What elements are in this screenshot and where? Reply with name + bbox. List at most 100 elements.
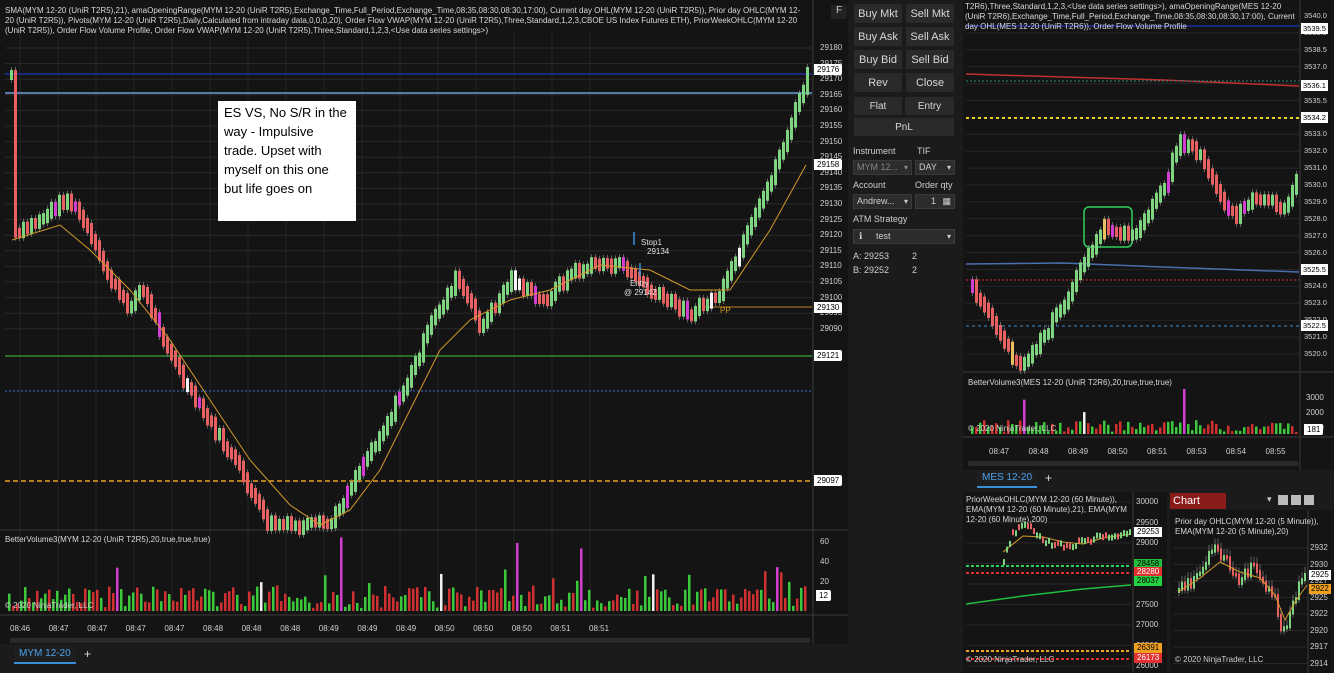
trade-annotation[interactable]: ES VS, No S/R in the way - Impulsive tra… bbox=[218, 101, 356, 221]
volume-bar bbox=[436, 607, 439, 611]
candle bbox=[294, 520, 297, 532]
candle bbox=[1057, 539, 1059, 546]
candle bbox=[1199, 571, 1201, 576]
price-tick: 2932 bbox=[1310, 543, 1328, 552]
candle bbox=[1067, 291, 1070, 310]
volume-bar bbox=[524, 606, 527, 611]
mes-chart-panel[interactable]: T2R6),Three,Standard,1,2,3,<Use data ser… bbox=[963, 0, 1334, 470]
week-chart-panel[interactable]: PriorWeekOHLC(MYM 12-20 (60 Minute)), EM… bbox=[963, 492, 1167, 673]
atm-strategy-select[interactable]: ℹ test ▾ bbox=[853, 229, 955, 244]
pnl-display[interactable]: PnL bbox=[853, 117, 955, 137]
candle bbox=[686, 300, 689, 320]
candle bbox=[1207, 159, 1210, 179]
candle bbox=[606, 257, 609, 269]
candle bbox=[1127, 225, 1130, 241]
price-tick: 2920 bbox=[1310, 625, 1328, 635]
volume-bar bbox=[1143, 427, 1146, 434]
five-chart-panel[interactable]: Prior day OHLC(MYM 12-20 (5 Minute)), EM… bbox=[1170, 510, 1334, 673]
candle bbox=[694, 306, 697, 322]
volume-bar bbox=[332, 591, 335, 611]
candle bbox=[262, 499, 265, 520]
volume-bar bbox=[172, 600, 175, 611]
chevron-down-icon: ▾ bbox=[903, 197, 908, 206]
window-tile-icon[interactable] bbox=[1278, 495, 1288, 505]
volume-bar bbox=[116, 567, 119, 611]
order-entry-panel: Buy Mkt Sell Mkt Buy Ask Sell Ask Buy Bid Sel… bbox=[851, 0, 957, 290]
entry-label[interactable]: Entry bbox=[630, 279, 649, 288]
candle bbox=[1078, 537, 1080, 544]
calculator-icon[interactable]: ▦ bbox=[942, 195, 951, 208]
window-close-icon[interactable] bbox=[1304, 495, 1314, 505]
candle bbox=[1139, 220, 1142, 238]
sell-ask-button[interactable]: Sell Ask bbox=[905, 26, 955, 47]
candle bbox=[58, 194, 61, 217]
candle bbox=[518, 278, 521, 291]
candle bbox=[498, 293, 501, 314]
mes-horizontal-scrollbar[interactable] bbox=[968, 461, 1298, 466]
sell-mkt-button[interactable]: Sell Mkt bbox=[905, 3, 955, 24]
main-horizontal-scrollbar[interactable] bbox=[10, 638, 810, 643]
buy-ask-button[interactable]: Buy Ask bbox=[853, 26, 903, 47]
volume-bar bbox=[1291, 426, 1294, 434]
chevron-down-icon: ▾ bbox=[946, 163, 951, 172]
stop-price: 29134 bbox=[647, 247, 670, 256]
volume-bar bbox=[376, 595, 379, 611]
candle bbox=[118, 279, 121, 300]
volume-bar bbox=[568, 592, 571, 611]
account-select[interactable]: Andrew... ▾ bbox=[853, 194, 912, 209]
rev-button[interactable]: Rev bbox=[853, 72, 903, 93]
candle bbox=[174, 350, 177, 368]
ask-label: A: bbox=[853, 251, 862, 261]
volume-bar bbox=[396, 601, 399, 611]
chart-tab[interactable]: Chart bbox=[1170, 493, 1226, 509]
buy-bid-button[interactable]: Buy Bid bbox=[853, 49, 903, 70]
buy-mkt-button[interactable]: Buy Mkt bbox=[853, 3, 903, 24]
volume-bar bbox=[1251, 424, 1254, 434]
price-tag: 29130 bbox=[814, 302, 843, 313]
entry-button[interactable]: Entry bbox=[904, 96, 955, 116]
f-button[interactable]: F bbox=[831, 5, 847, 19]
candle bbox=[1006, 546, 1008, 553]
candle bbox=[1280, 614, 1282, 632]
info-icon[interactable]: ℹ bbox=[859, 230, 862, 243]
candle bbox=[1108, 534, 1110, 541]
main-price-chart[interactable] bbox=[0, 0, 848, 644]
price-tick: 3531.0 bbox=[1304, 163, 1327, 173]
candle bbox=[410, 365, 413, 388]
candle bbox=[1244, 568, 1246, 581]
volume-bar bbox=[624, 597, 627, 611]
candle bbox=[374, 441, 377, 453]
mes-add-tab-button[interactable]: + bbox=[1040, 470, 1057, 486]
candle bbox=[790, 117, 793, 140]
flat-button[interactable]: Flat bbox=[853, 96, 903, 116]
volume-bar bbox=[144, 601, 147, 611]
tab-mes-12-20[interactable]: MES 12-20 bbox=[977, 470, 1038, 488]
volume-bar bbox=[392, 597, 395, 611]
tif-select[interactable]: DAY ▾ bbox=[915, 160, 955, 175]
candle bbox=[1087, 247, 1090, 267]
instrument-select[interactable]: MYM 12... ▾ bbox=[853, 160, 912, 175]
candle bbox=[1217, 544, 1219, 552]
mes-price-chart[interactable] bbox=[963, 0, 1334, 470]
sell-bid-button[interactable]: Sell Bid bbox=[905, 49, 955, 70]
volume-bar bbox=[1171, 421, 1174, 434]
dropdown-icon[interactable]: ▾ bbox=[1267, 494, 1272, 505]
time-tick: 08:49 bbox=[318, 624, 339, 633]
close-button[interactable]: Close bbox=[905, 72, 955, 93]
volume-bar bbox=[152, 586, 155, 611]
price-tag: 3536.1 bbox=[1301, 80, 1328, 91]
price-tick: 29000 bbox=[1136, 538, 1159, 547]
candle bbox=[1011, 341, 1014, 365]
volume-bar bbox=[468, 596, 471, 611]
tab-mym-12-20[interactable]: MYM 12-20 bbox=[14, 646, 76, 664]
add-tab-button[interactable]: + bbox=[79, 646, 96, 662]
order-qty-stepper[interactable]: 1 ▦ bbox=[915, 194, 955, 209]
candle bbox=[446, 287, 449, 310]
price-tick: 29170 bbox=[820, 74, 843, 84]
candle bbox=[971, 279, 974, 293]
candle bbox=[1247, 199, 1250, 211]
window-maximize-icon[interactable] bbox=[1291, 495, 1301, 505]
volume-bar bbox=[572, 592, 575, 611]
stop-label[interactable]: Stop1 bbox=[641, 238, 662, 247]
main-chart-panel[interactable]: SMA(MYM 12-20 (UniR T2R5),21), amaOpenin… bbox=[0, 0, 848, 644]
